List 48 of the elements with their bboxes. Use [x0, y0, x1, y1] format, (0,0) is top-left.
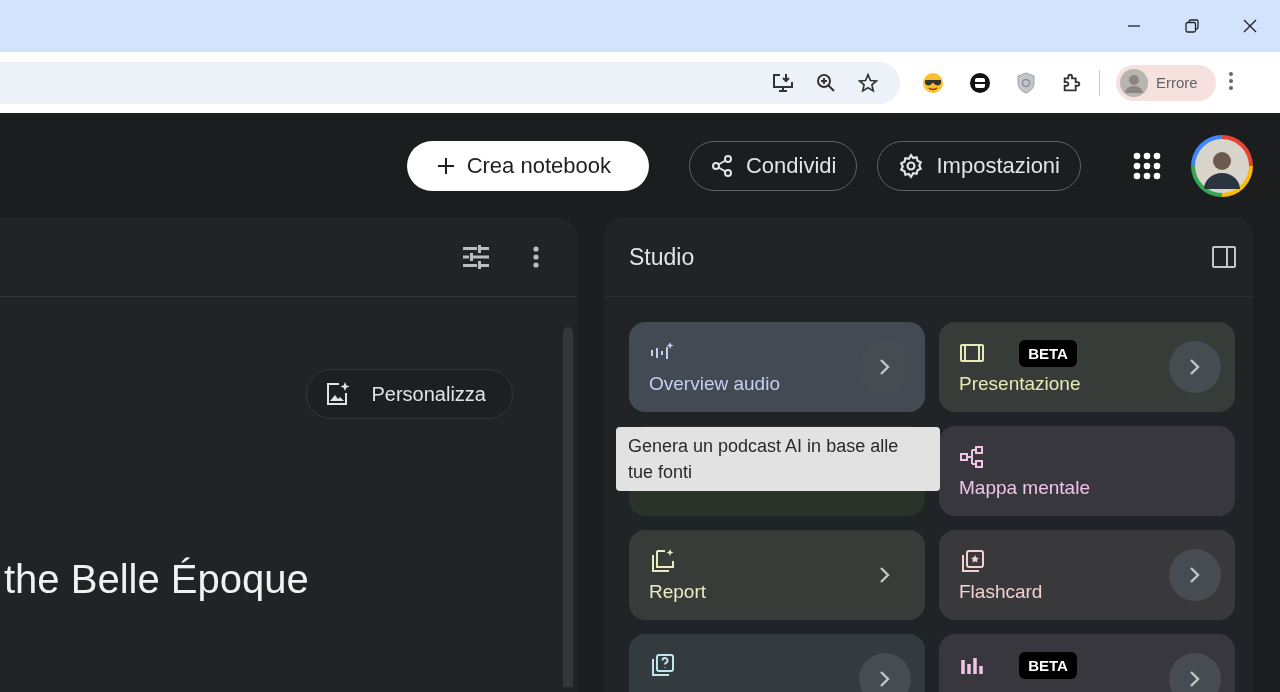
share-button[interactable]: Condividi: [689, 140, 858, 191]
tooltip: Genera un podcast AI in base alle tue fonti: [616, 427, 940, 491]
beta-badge: BETA: [1019, 651, 1077, 679]
restore-icon[interactable]: [1185, 19, 1199, 33]
studio-card[interactable]: Mappa mentale: [939, 426, 1235, 516]
profile-button[interactable]: Errore: [1116, 64, 1216, 101]
create-notebook-button[interactable]: Crea notebook: [406, 140, 649, 191]
studio-card[interactable]: BETA: [939, 634, 1235, 692]
share-icon: [710, 153, 734, 178]
shield-icon[interactable]: [1016, 71, 1036, 94]
card-label: Overview audio: [649, 372, 781, 396]
close-icon[interactable]: [1243, 19, 1257, 33]
install-icon[interactable]: [772, 72, 794, 93]
extension-icon[interactable]: [969, 71, 991, 94]
settings-icon: [898, 152, 925, 179]
studio-card[interactable]: Flashcard: [939, 530, 1235, 620]
chevron-button[interactable]: [859, 653, 911, 692]
chevron-icon: [879, 358, 891, 376]
more-options-icon[interactable]: [533, 246, 539, 268]
card-label: Presentazione: [959, 372, 1082, 396]
chevron-icon: [1189, 670, 1201, 688]
zoom-icon[interactable]: [816, 72, 836, 93]
chevron-icon: [879, 670, 891, 688]
puzzle-icon[interactable]: [1061, 71, 1083, 94]
collapse-panel-icon[interactable]: [1211, 245, 1237, 269]
settings-button[interactable]: Impostazioni: [877, 140, 1081, 191]
card-label: Flashcard: [959, 580, 1044, 604]
chevron-button[interactable]: [1169, 653, 1221, 692]
tune-icon[interactable]: [463, 245, 489, 269]
customize-button[interactable]: Personalizza: [306, 369, 513, 419]
chevron-icon: [1189, 566, 1201, 584]
avatar-icon: [1120, 68, 1148, 97]
card-label: Mappa mentale: [959, 476, 1091, 500]
notebook-title: the Belle Époque: [4, 557, 309, 602]
studio-card[interactable]: Report: [629, 530, 925, 620]
panel-title: Studio: [629, 243, 695, 271]
studio-card[interactable]: BETA Presentazione: [939, 322, 1235, 412]
beta-badge: BETA: [1019, 339, 1077, 367]
plus-icon: [436, 156, 455, 175]
star-icon[interactable]: [858, 72, 878, 93]
apps-grid-icon[interactable]: [1133, 151, 1161, 180]
card-label: Report: [649, 580, 708, 604]
studio-card[interactable]: Overview audio: [629, 322, 925, 412]
menu-icon[interactable]: [1227, 70, 1234, 91]
chevron-icon: [1189, 358, 1201, 376]
sunglasses-emoji-icon[interactable]: [922, 71, 944, 94]
image-sparkle-icon: [325, 381, 352, 407]
chevron-icon: [879, 566, 891, 584]
